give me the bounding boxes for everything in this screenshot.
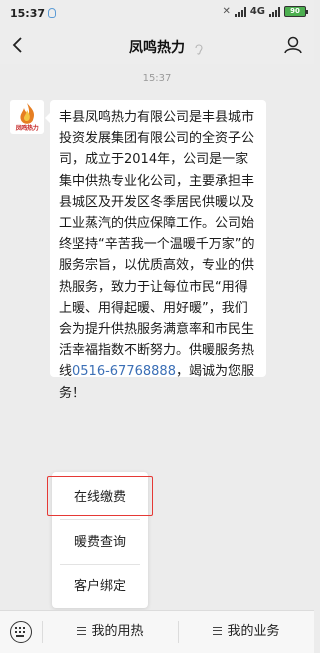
ear-icon bbox=[194, 40, 204, 55]
page-title: 凤鸣热力 bbox=[129, 40, 185, 56]
menu-icon bbox=[77, 626, 87, 635]
status-time: 15:37 bbox=[10, 7, 46, 20]
tab-my-business-label: 我的业务 bbox=[227, 624, 280, 639]
menu-item-customer-binding[interactable]: 客户绑定 bbox=[52, 567, 148, 607]
avatar[interactable]: 凤鸣热力 bbox=[10, 100, 44, 134]
signal-icon-2 bbox=[269, 6, 280, 17]
no-sim-icon: ✕ bbox=[222, 6, 231, 17]
tab-my-heating-label: 我的用热 bbox=[91, 624, 144, 639]
tab-my-heating[interactable]: 我的用热 bbox=[43, 611, 178, 653]
menu-divider bbox=[60, 519, 140, 520]
signal-icon bbox=[234, 6, 246, 17]
status-indicators: ✕ 4G 90 bbox=[222, 6, 308, 17]
nav-bar: 凤鸣热力 bbox=[0, 28, 314, 64]
notification-icon bbox=[48, 8, 56, 18]
message-text: 丰县凤鸣热力有限公司是丰县城市投资发展集团有限公司的全资子公司，成立于2014年… bbox=[59, 110, 255, 380]
tab-my-business[interactable]: 我的业务 bbox=[179, 611, 314, 653]
highlight-box bbox=[47, 476, 153, 516]
hotline-phone-link[interactable]: 0516-67768888 bbox=[72, 364, 176, 379]
menu-divider bbox=[60, 564, 140, 565]
status-bar: 15:37 ✕ 4G 90 bbox=[0, 0, 314, 28]
keyboard-icon[interactable] bbox=[10, 621, 32, 643]
battery-icon: 90 bbox=[284, 6, 308, 17]
network-label: 4G bbox=[249, 6, 265, 17]
avatar-logo-text: 凤鸣热力 bbox=[15, 125, 39, 132]
person-icon[interactable] bbox=[282, 33, 304, 57]
message-bubble: 丰县凤鸣热力有限公司是丰县城市投资发展集团有限公司的全资子公司，成立于2014年… bbox=[45, 100, 266, 401]
message-timestamp: 15:37 bbox=[142, 73, 172, 84]
menu-item-fee-query[interactable]: 暖费查询 bbox=[52, 523, 148, 563]
bottom-menu-bar: 我的用热 我的业务 bbox=[0, 610, 314, 653]
menu-icon bbox=[213, 626, 223, 635]
